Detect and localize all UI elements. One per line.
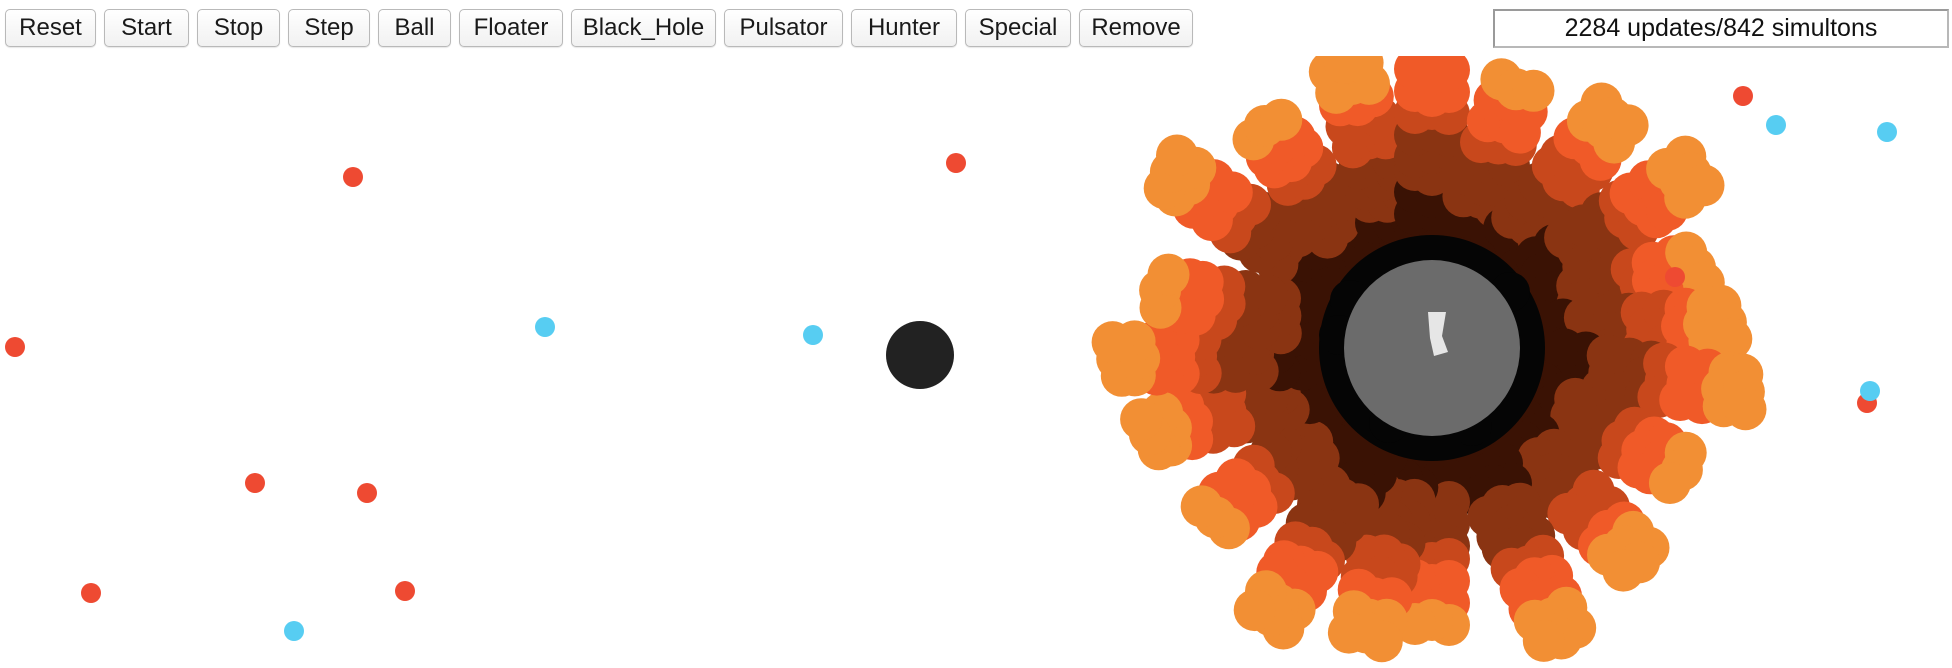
- black-hole-button[interactable]: Black_Hole: [571, 9, 716, 47]
- hunter-simulton[interactable]: [1327, 611, 1370, 654]
- ball-simulton[interactable]: [357, 483, 377, 503]
- step-button[interactable]: Step: [288, 9, 370, 47]
- hunter-simulton[interactable]: [1180, 485, 1223, 528]
- ball-simulton[interactable]: [1733, 86, 1753, 106]
- simulation-canvas[interactable]: [0, 56, 1952, 668]
- status-display: 2284 updates/842 simultons: [1493, 9, 1949, 48]
- hunter-simulton[interactable]: [1233, 589, 1276, 632]
- reset-button[interactable]: Reset: [5, 9, 96, 47]
- hunter-simulton[interactable]: [1522, 619, 1565, 662]
- floater-button[interactable]: Floater: [459, 9, 563, 47]
- hunter-simulton[interactable]: [1260, 98, 1303, 141]
- hunter-simulton[interactable]: [1682, 164, 1725, 207]
- ball-simulton[interactable]: [343, 167, 363, 187]
- hunter-button[interactable]: Hunter: [851, 9, 957, 47]
- special-button[interactable]: Special: [965, 9, 1071, 47]
- ball-simulton[interactable]: [946, 153, 966, 173]
- floater-simulton[interactable]: [284, 621, 304, 641]
- floater-simulton[interactable]: [1877, 122, 1897, 142]
- pulsator-simulton[interactable]: [1344, 260, 1520, 436]
- ball-simulton[interactable]: [81, 583, 101, 603]
- hunter-simulton[interactable]: [1724, 388, 1767, 431]
- ball-simulton[interactable]: [395, 581, 415, 601]
- hunter-simulton[interactable]: [1602, 549, 1645, 592]
- ball-simulton[interactable]: [1665, 267, 1685, 287]
- ball-button[interactable]: Ball: [378, 9, 451, 47]
- floater-simulton[interactable]: [1766, 115, 1786, 135]
- hunter-simulton[interactable]: [1648, 462, 1691, 504]
- floater-simulton[interactable]: [535, 317, 555, 337]
- stop-button[interactable]: Stop: [197, 9, 280, 47]
- ball-simulton[interactable]: [5, 337, 25, 357]
- hunter-simulton[interactable]: [1091, 321, 1134, 364]
- pulsator-button[interactable]: Pulsator: [724, 9, 843, 47]
- floater-simulton[interactable]: [1860, 381, 1880, 401]
- hunter-simulton[interactable]: [1147, 253, 1190, 296]
- floater-simulton[interactable]: [803, 325, 823, 345]
- black-hole-simulton[interactable]: [886, 321, 954, 389]
- hunter-simulton[interactable]: [1606, 104, 1649, 147]
- start-button[interactable]: Start: [104, 9, 189, 47]
- hunter-simulton[interactable]: [1120, 398, 1163, 441]
- hunter-simulton[interactable]: [1512, 69, 1555, 112]
- remove-button[interactable]: Remove: [1079, 9, 1193, 47]
- hunter-simulton[interactable]: [1156, 134, 1198, 177]
- ball-simulton[interactable]: [245, 473, 265, 493]
- toolbar: Reset Start Stop Step Ball Floater Black…: [0, 0, 1952, 56]
